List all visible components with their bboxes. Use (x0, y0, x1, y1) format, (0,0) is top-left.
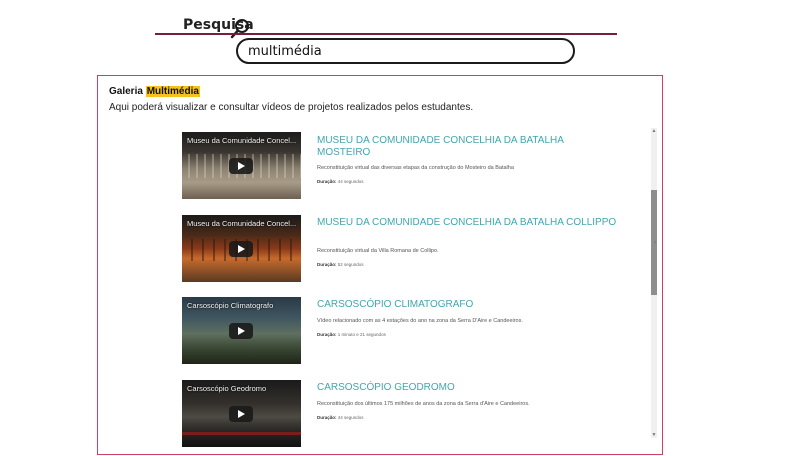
video-duration: Duração: 1 minuto e 21 segundos (317, 332, 386, 337)
thumbnail-caption: Museu da Comunidade Concel... (187, 219, 297, 228)
video-duration: Duração: 44 segundos (317, 415, 364, 420)
chevron-right-icon: › (654, 240, 656, 246)
video-item[interactable]: Carsoscópio Climatografo CARSOSCÓPIO CLI… (180, 294, 650, 366)
duration-value: 44 segundos (337, 179, 364, 184)
duration-value: 52 segundos (337, 262, 364, 267)
thumbnail-caption: Carsoscópio Geodromo (187, 384, 267, 393)
play-icon[interactable] (229, 241, 253, 257)
video-duration: Duração: 52 segundos (317, 262, 364, 267)
scroll-up-arrow-icon[interactable]: ▲ (651, 128, 657, 134)
scroll-down-arrow-icon[interactable]: ▼ (651, 432, 657, 438)
video-title-link[interactable]: MUSEU DA COMUNIDADE CONCELHIA DA BATALHA… (317, 217, 617, 229)
magnifier-icon[interactable] (229, 18, 251, 40)
video-item[interactable]: Museu da Comunidade Concel... MUSEU DA C… (180, 212, 650, 284)
duration-label: Duração: (317, 179, 337, 184)
gallery-title: Galeria Multimédia (109, 86, 200, 97)
video-description: Reconstituição virtual da Villa Romana d… (317, 248, 439, 254)
video-thumbnail[interactable]: Carsoscópio Climatografo (182, 297, 301, 364)
search-divider (155, 33, 617, 35)
duration-label: Duração: (317, 332, 337, 337)
play-icon[interactable] (229, 158, 253, 174)
video-item[interactable]: Museu da Comunidade Concel... MUSEU DA C… (180, 129, 650, 201)
video-item[interactable]: Carsoscópio Geodromo CARSOSCÓPIO GEODROM… (180, 377, 650, 449)
gallery-subtitle: Aqui poderá visualizar e consultar vídeo… (109, 102, 474, 113)
gallery-panel: Galeria Multimédia Aqui poderá visualiza… (97, 75, 663, 455)
video-title-link[interactable]: MUSEU DA COMUNIDADE CONCELHIA DA BATALHA… (317, 135, 617, 159)
video-thumbnail[interactable]: Museu da Comunidade Concel... (182, 132, 301, 199)
video-description: Reconstituição virtual das diversas etap… (317, 165, 514, 171)
video-description: Vídeo relacionado com as 4 estações do a… (317, 318, 523, 324)
search-input[interactable]: multimédia (236, 38, 575, 64)
video-thumbnail[interactable]: Museu da Comunidade Concel... (182, 215, 301, 282)
play-icon[interactable] (229, 323, 253, 339)
video-title-link[interactable]: CARSOSCÓPIO CLIMATOGRAFO (317, 299, 617, 311)
play-icon[interactable] (229, 406, 253, 422)
duration-label: Duração: (317, 262, 337, 267)
gallery-title-prefix: Galeria (109, 86, 143, 97)
thumbnail-caption: Museu da Comunidade Concel... (187, 136, 297, 145)
video-list: Museu da Comunidade Concel... MUSEU DA C… (180, 129, 650, 454)
thumbnail-caption: Carsoscópio Climatografo (187, 301, 274, 310)
duration-label: Duração: (317, 415, 337, 420)
video-thumbnail[interactable]: Carsoscópio Geodromo (182, 380, 301, 447)
video-title-link[interactable]: CARSOSCÓPIO GEODROMO (317, 382, 617, 394)
duration-value: 44 segundos (337, 415, 364, 420)
video-description: Reconstituição dos últimos 175 milhões d… (317, 401, 530, 407)
list-scrollbar[interactable]: ▲ ▼ (651, 128, 657, 438)
duration-value: 1 minuto e 21 segundos (337, 332, 386, 337)
gallery-title-highlight: Multimédia (145, 86, 200, 97)
video-duration: Duração: 44 segundos (317, 179, 364, 184)
